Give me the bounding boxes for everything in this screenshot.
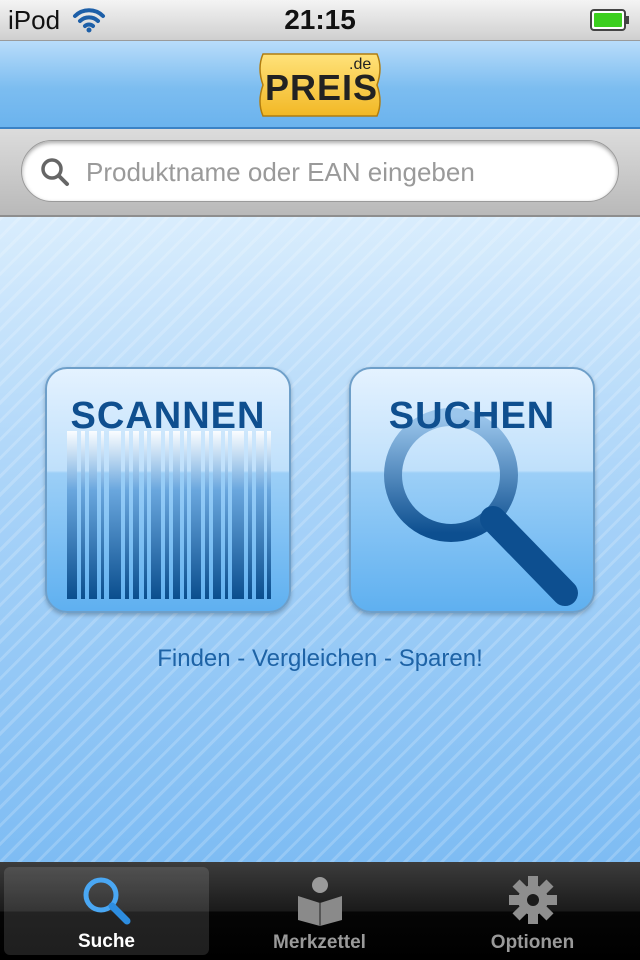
main-content: SCANNEN SUCHEN Finden - Vergleichen - Sp… (0, 217, 640, 862)
search-bar (0, 129, 640, 217)
slogan: Finden - Vergleichen - Sparen! (157, 645, 483, 672)
preis-logo: PREIS .de (253, 48, 387, 122)
tab-label: Merkzettel (273, 932, 366, 953)
search-input[interactable] (84, 141, 608, 203)
gear-icon (508, 876, 557, 924)
tab-label: Optionen (490, 932, 575, 953)
tab-bar: Suche Merkzettel Optionen (0, 862, 640, 960)
app-header: PREIS .de (0, 41, 640, 129)
search-icon (41, 158, 69, 186)
scan-label: SCANNEN (70, 395, 266, 437)
battery-icon (590, 9, 629, 31)
scan-button[interactable]: SCANNEN (45, 367, 291, 613)
barcode-icon (67, 431, 271, 599)
notepad-icon (297, 877, 342, 926)
magnifier-icon (83, 877, 130, 925)
search-label: SUCHEN (388, 395, 556, 437)
tab-label: Suche (77, 931, 136, 952)
search-field[interactable] (21, 140, 619, 203)
status-bar: iPod 21:15 (0, 0, 640, 41)
tab-merkzettel[interactable]: Merkzettel (213, 862, 426, 960)
logo-suffix: .de (349, 56, 372, 73)
clock: 21:15 (284, 4, 356, 35)
tab-suche[interactable]: Suche (4, 867, 209, 955)
search-button[interactable]: SUCHEN (349, 367, 595, 613)
tab-optionen[interactable]: Optionen (426, 862, 639, 960)
